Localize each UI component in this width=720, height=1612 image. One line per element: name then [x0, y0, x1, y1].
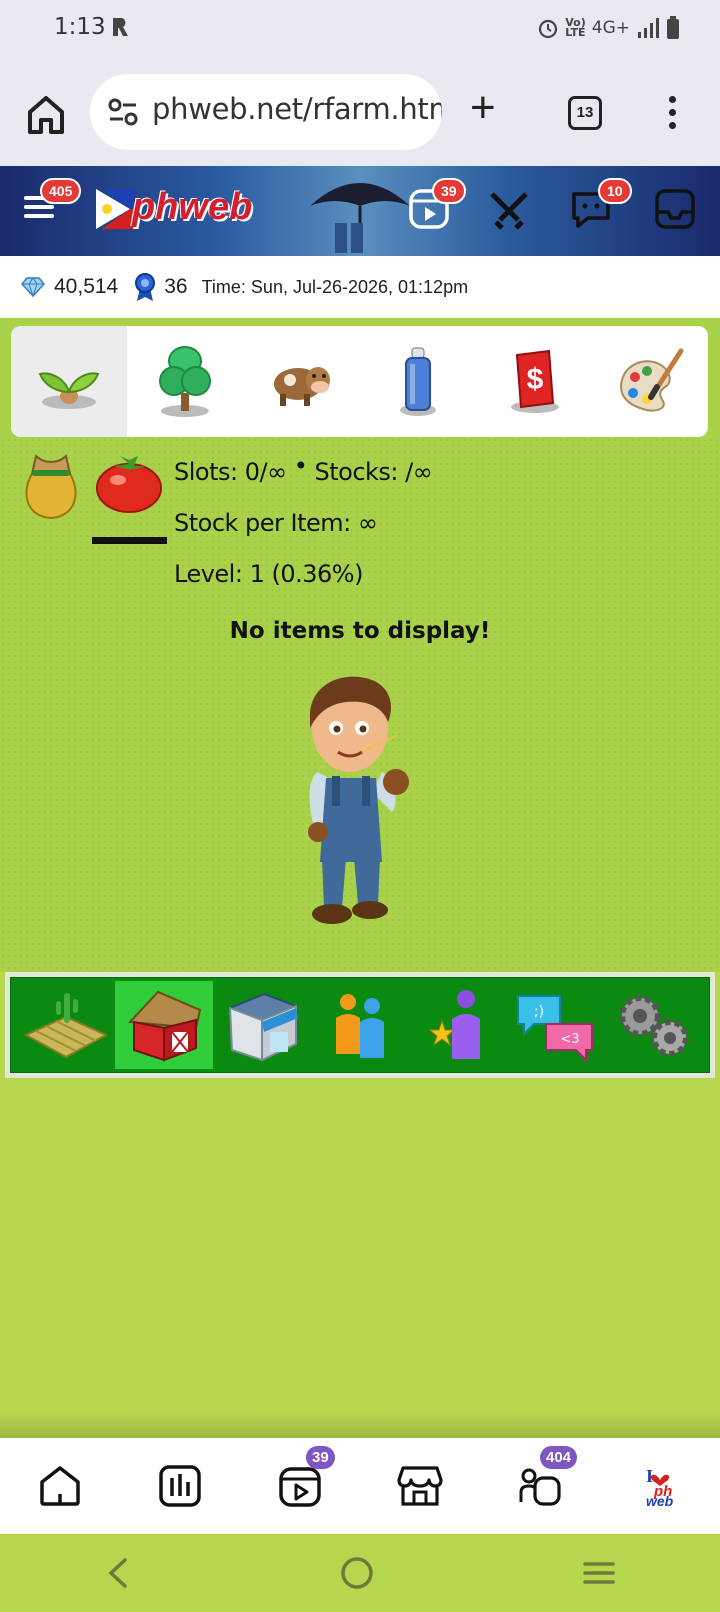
logo-text: phweb [132, 186, 253, 228]
seed-bag-icon[interactable] [18, 450, 84, 522]
neighbors-icon [336, 994, 384, 1058]
stocks-text: Stocks: /∞ [314, 458, 433, 486]
nav-neighbors[interactable] [311, 981, 409, 1069]
address-bar[interactable]: phweb.net/rfarm.htm [90, 74, 442, 150]
nav-ranking[interactable] [409, 981, 507, 1069]
level-text: Level: 1 (0.36%) [174, 560, 363, 588]
recents-icon[interactable] [581, 1558, 617, 1588]
system-navigation-bar [0, 1534, 720, 1612]
nav-shop[interactable] [213, 981, 311, 1069]
cash-icon: $ [510, 349, 559, 413]
tomato-icon[interactable] [94, 450, 164, 514]
farmer-character-icon [308, 676, 409, 924]
ribbon-icon [135, 273, 156, 301]
paint-palette-icon [619, 348, 684, 412]
tab-profile[interactable]: Iph web [600, 1438, 720, 1534]
selected-item-indicator [92, 537, 167, 544]
market-tab-icon [397, 1466, 443, 1506]
tab-home[interactable] [0, 1438, 120, 1534]
url-text: phweb.net/rfarm.htm [152, 92, 442, 126]
inbox-icon[interactable] [654, 188, 696, 230]
slots-text: Slots: 0/∞ [174, 458, 287, 486]
ribbon-count: 36 [164, 275, 188, 298]
svg-text:$: $ [526, 363, 543, 396]
svg-text:<3: <3 [560, 1032, 579, 1047]
slots-stocks-line: Slots: 0/∞ • Stocks: /∞ [174, 452, 433, 486]
volte-icon: Vo) LTE [565, 16, 586, 39]
spray-can-icon [399, 347, 436, 416]
barn-icon [127, 990, 202, 1062]
bottom-tab-bar: 39 404 Iph web [0, 1438, 720, 1534]
site-header: 405 phweb 39 10 [0, 166, 720, 256]
menu-badge: 405 [40, 178, 82, 204]
tree-icon [159, 345, 212, 417]
friends-tab-badge: 404 [540, 1446, 578, 1469]
ranking-icon [428, 990, 480, 1059]
status-time: 1:13 [54, 14, 106, 40]
content-bottom-shade [0, 1414, 720, 1438]
empty-message: No items to display! [229, 618, 491, 644]
app-notification-icon [113, 18, 128, 36]
category-decorations[interactable] [592, 326, 708, 437]
svg-text:web: web [646, 1493, 674, 1508]
phweb-heart-logo-icon: Iphweb [646, 1466, 674, 1508]
nav-settings[interactable] [605, 981, 703, 1069]
alarm-icon [539, 19, 558, 39]
svg-text:;): ;) [534, 1004, 544, 1020]
category-supplies[interactable] [360, 326, 476, 437]
tab-switcher-button[interactable]: 13 [568, 96, 602, 130]
nav-barn[interactable] [115, 981, 213, 1069]
site-settings-icon[interactable] [108, 98, 138, 126]
battle-swords-icon[interactable] [488, 190, 530, 232]
battery-icon [667, 16, 679, 39]
status-icons: Vo) LTE 4G+ [537, 16, 680, 40]
browser-menu-icon[interactable] [667, 96, 677, 132]
category-animals[interactable] [243, 326, 359, 437]
umbrella-decoration-icon [310, 183, 410, 253]
tab-market[interactable] [360, 1438, 480, 1534]
separator-dot: • [293, 452, 308, 480]
diamond-icon [21, 277, 45, 298]
friends-tab-icon [519, 1468, 561, 1506]
chat-icon: ;) <3 [517, 995, 593, 1062]
category-trees[interactable] [127, 326, 243, 437]
reels-tab-icon [279, 1467, 321, 1507]
farm-field-icon [24, 993, 108, 1059]
phweb-logo[interactable]: phweb [96, 186, 253, 232]
signal-icon [638, 18, 659, 38]
stock-per-item-text: Stock per Item: ∞ [174, 509, 378, 537]
seedling-icon [38, 372, 100, 409]
stats-tab-icon [159, 1465, 201, 1507]
tab-stats[interactable] [120, 1438, 240, 1534]
home-icon[interactable] [22, 90, 70, 138]
nav-farm[interactable] [17, 981, 115, 1069]
home-circle-icon[interactable] [339, 1555, 375, 1591]
category-bar: $ [11, 326, 708, 437]
server-time: Time: Sun, Jul-26-2026, 01:12pm [201, 276, 469, 297]
back-icon[interactable] [103, 1556, 133, 1590]
network-type: 4G+ [591, 18, 630, 38]
tab-friends[interactable]: 404 [480, 1438, 600, 1534]
category-cash[interactable]: $ [476, 326, 592, 437]
shop-icon [227, 992, 299, 1062]
stats-bar: 40,514 36 Time: Sun, Jul-26-2026, 01:12p… [0, 256, 720, 318]
nav-chat[interactable]: ;) <3 [507, 981, 605, 1069]
messages-badge: 10 [598, 178, 632, 204]
tab-reels[interactable]: 39 [240, 1438, 360, 1534]
flag-icon [96, 189, 136, 229]
category-seeds[interactable] [11, 326, 128, 437]
diamond-count: 40,514 [54, 275, 119, 298]
reels-tab-badge: 39 [306, 1446, 335, 1469]
home-tab-icon [40, 1466, 80, 1506]
new-tab-button[interactable]: + [470, 86, 496, 130]
cow-icon [274, 366, 331, 406]
reels-badge: 39 [432, 178, 466, 204]
settings-gears-icon [619, 995, 689, 1057]
game-nav-bar: ;) <3 [5, 972, 715, 1078]
